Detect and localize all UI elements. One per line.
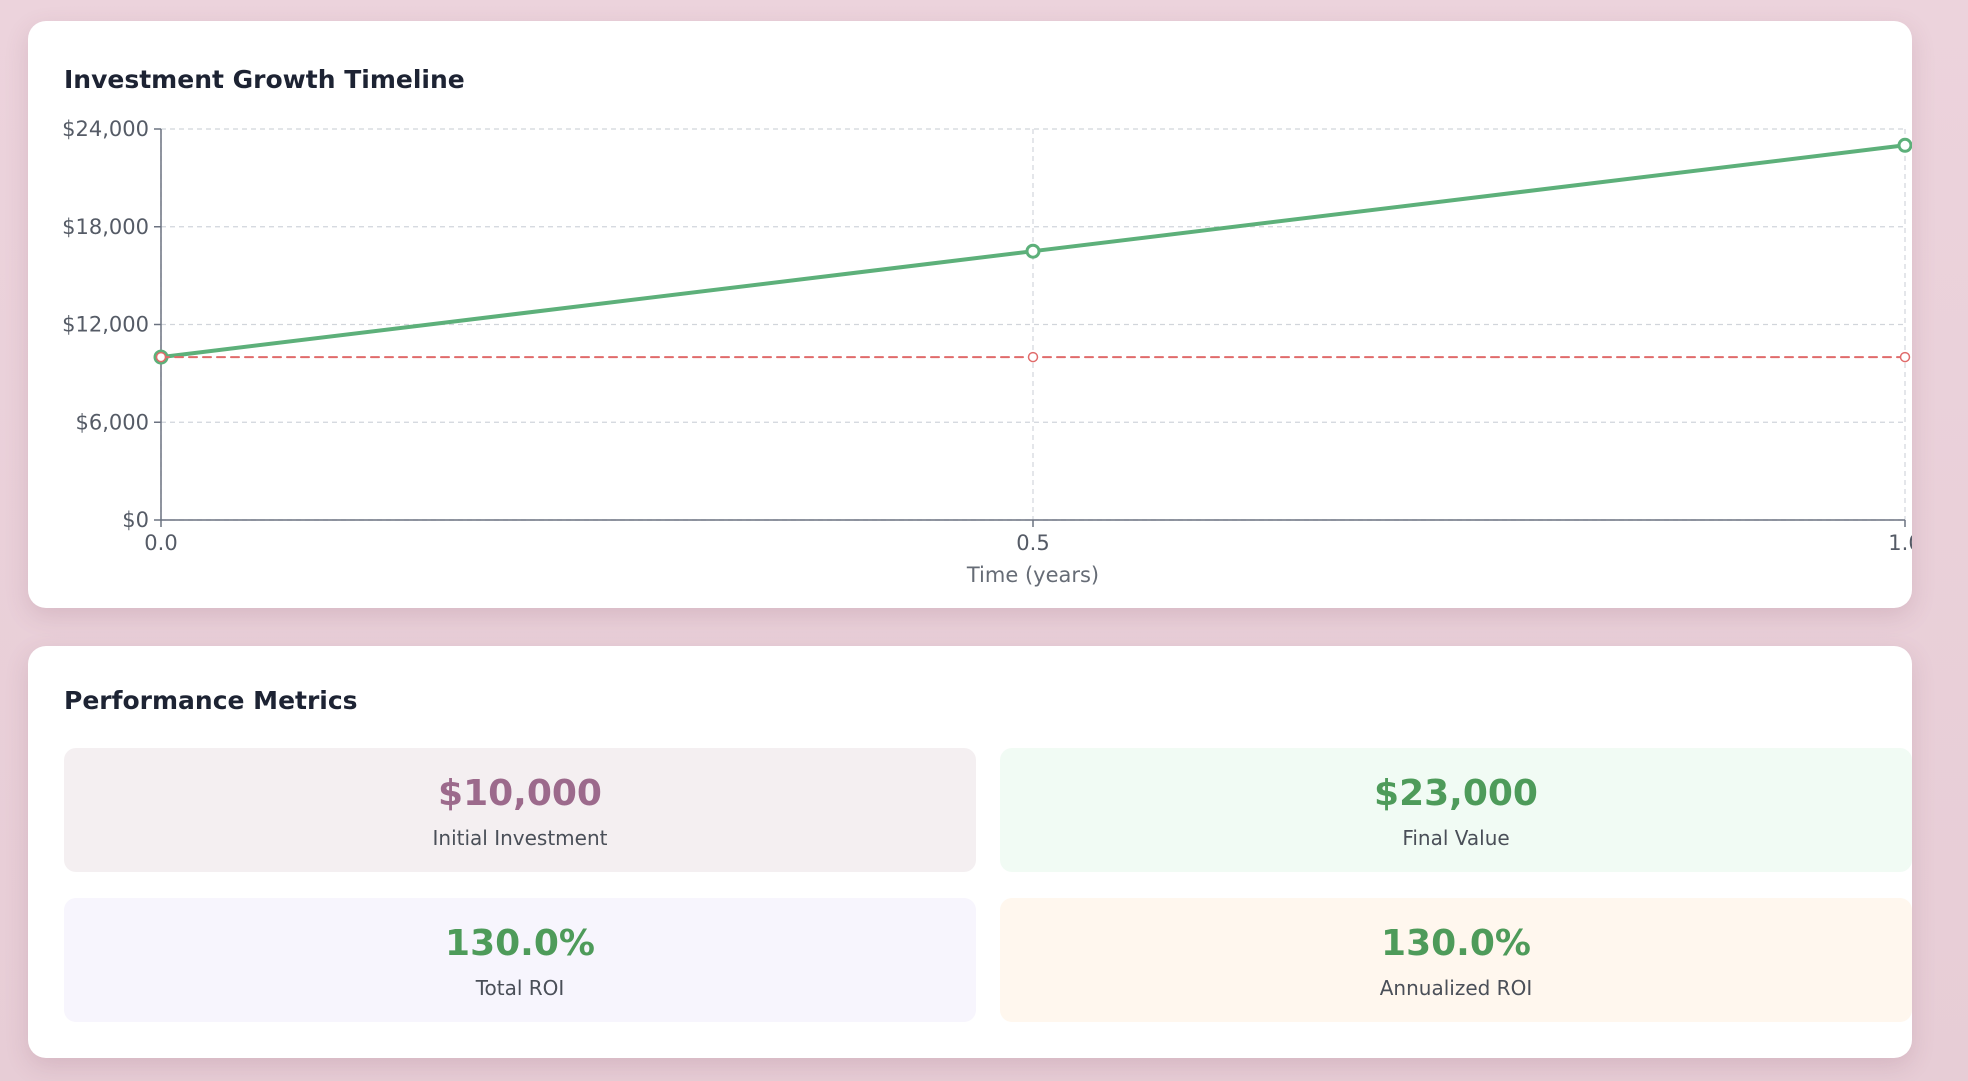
chart-container: $0 $6,000 $12,000 $18,000 $24,000 0.0 0.5 1.0 Ti… — [28, 21, 1912, 608]
series-point-0-1 — [1025, 243, 1041, 259]
y-tick-label-4: $24,000 — [62, 117, 149, 141]
x-tick-label-0: 0.0 — [144, 531, 177, 555]
metrics-title: Performance Metrics — [64, 686, 358, 715]
performance-metrics-card: Performance Metrics $10,000 Initial Inve… — [28, 646, 1912, 1058]
series-point-1-2 — [1899, 351, 1911, 363]
y-tick-label-3: $18,000 — [62, 215, 149, 239]
initial-investment-value: $10,000 — [438, 773, 602, 814]
total-roi-label: Total ROI — [475, 976, 565, 1000]
initial-investment-label: Initial Investment — [432, 826, 608, 850]
y-tick-label-2: $12,000 — [62, 313, 149, 337]
series-point-1-0 — [155, 351, 167, 363]
annualized-roi-card: 130.0% Annualized ROI — [1000, 898, 1912, 1022]
final-value: $23,000 — [1374, 773, 1538, 814]
y-tick-label-1: $6,000 — [76, 410, 149, 434]
investment-growth-chart: $0 $6,000 $12,000 $18,000 $24,000 0.0 0.5 1.0 Ti… — [62, 117, 1912, 587]
x-axis-title: Time (years) — [966, 563, 1099, 587]
total-roi-value: 130.0% — [445, 923, 595, 964]
final-value-card: $23,000 Final Value — [1000, 748, 1912, 872]
annualized-roi-value: 130.0% — [1381, 923, 1531, 964]
annualized-roi-label: Annualized ROI — [1379, 976, 1533, 1000]
total-roi-card: 130.0% Total ROI — [64, 898, 976, 1022]
y-tick-label-0: $0 — [122, 508, 149, 532]
initial-investment-card: $10,000 Initial Investment — [64, 748, 976, 872]
series-point-0-2 — [1897, 137, 1912, 153]
investment-growth-card: Investment Growth Timeline $0 $6,000 $12,0… — [28, 21, 1912, 608]
final-value-label: Final Value — [1402, 826, 1510, 850]
series-point-1-1 — [1027, 351, 1039, 363]
x-tick-label-2: 1.0 — [1888, 531, 1912, 555]
x-tick-label-1: 0.5 — [1016, 531, 1049, 555]
